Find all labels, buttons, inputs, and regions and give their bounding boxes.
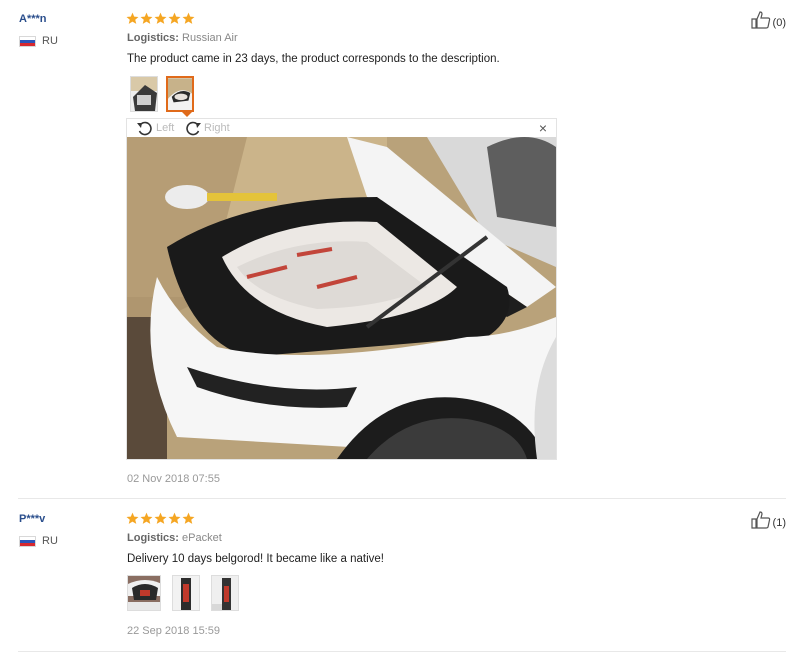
country-code: RU <box>42 535 58 547</box>
star-icon <box>182 512 195 524</box>
star-icon <box>140 512 153 524</box>
reviewer-country: RU <box>19 35 58 47</box>
helpful-vote[interactable]: (1) <box>750 511 786 529</box>
helpful-count: (1) <box>772 517 786 529</box>
logistics-value: Russian Air <box>182 32 238 44</box>
logistics-info: Logistics: ePacket <box>127 532 222 544</box>
logistics-info: Logistics: Russian Air <box>127 32 238 44</box>
car-photo-thumb-icon <box>173 576 199 610</box>
car-photo-thumb-icon <box>168 78 192 110</box>
star-icon <box>126 512 139 524</box>
logistics-label: Logistics: <box>127 32 179 44</box>
star-icon <box>168 12 181 24</box>
reviewer-name[interactable]: P***v <box>19 513 45 525</box>
rotate-right-button[interactable]: Right <box>184 120 230 136</box>
review-photo-thumbnail[interactable] <box>211 575 239 611</box>
review-photo-large <box>127 137 556 459</box>
review-photo-thumbnail[interactable] <box>172 575 200 611</box>
review-date: 02 Nov 2018 07:55 <box>127 473 220 485</box>
review-photo-thumbnail-selected[interactable] <box>166 76 194 112</box>
review-thumbnails <box>130 76 194 112</box>
rotate-left-icon <box>137 121 152 136</box>
review-thumbnails <box>127 575 239 611</box>
star-icon <box>154 12 167 24</box>
image-viewer: Left Right × <box>126 118 557 460</box>
review-item: A***n RU Logistics: Russian Air The prod… <box>0 0 800 500</box>
review-divider <box>18 651 786 652</box>
russia-flag-icon <box>19 535 36 547</box>
review-text: The product came in 23 days, the product… <box>127 53 500 65</box>
star-icon <box>182 12 195 24</box>
review-date: 22 Sep 2018 15:59 <box>127 625 220 637</box>
car-photo-thumb-icon <box>128 576 160 610</box>
helpful-vote[interactable]: (0) <box>750 11 786 29</box>
helpful-count: (0) <box>772 17 786 29</box>
car-hood-photo-icon <box>127 137 556 459</box>
viewer-toolbar: Left Right × <box>127 119 556 137</box>
star-rating <box>126 512 195 525</box>
rotate-right-label: Right <box>204 122 230 134</box>
review-item: P***v RU Logistics: ePacket Delivery 10 … <box>0 500 800 652</box>
star-icon <box>168 512 181 524</box>
star-icon <box>126 12 139 24</box>
country-code: RU <box>42 35 58 47</box>
logistics-value: ePacket <box>182 532 222 544</box>
rotate-right-icon <box>186 121 201 136</box>
russia-flag-icon <box>19 35 36 47</box>
review-photo-thumbnail[interactable] <box>127 575 161 611</box>
thumbs-up-icon <box>750 511 770 529</box>
reviewer-country: RU <box>19 535 58 547</box>
rotate-left-label: Left <box>156 122 175 134</box>
thumbnail-pointer <box>181 111 193 117</box>
star-icon <box>140 12 153 24</box>
thumbs-up-icon <box>750 11 770 29</box>
review-divider <box>18 498 786 499</box>
close-viewer-button[interactable]: × <box>539 120 547 136</box>
reviewer-name[interactable]: A***n <box>19 13 47 25</box>
logistics-label: Logistics: <box>127 532 179 544</box>
star-icon <box>154 512 167 524</box>
rotate-left-button[interactable]: Left <box>136 120 174 136</box>
star-rating <box>126 12 195 25</box>
car-photo-thumb-icon <box>131 77 157 111</box>
car-photo-thumb-icon <box>212 576 238 610</box>
review-photo-thumbnail[interactable] <box>130 76 158 112</box>
review-text: Delivery 10 days belgorod! It became lik… <box>127 553 384 565</box>
